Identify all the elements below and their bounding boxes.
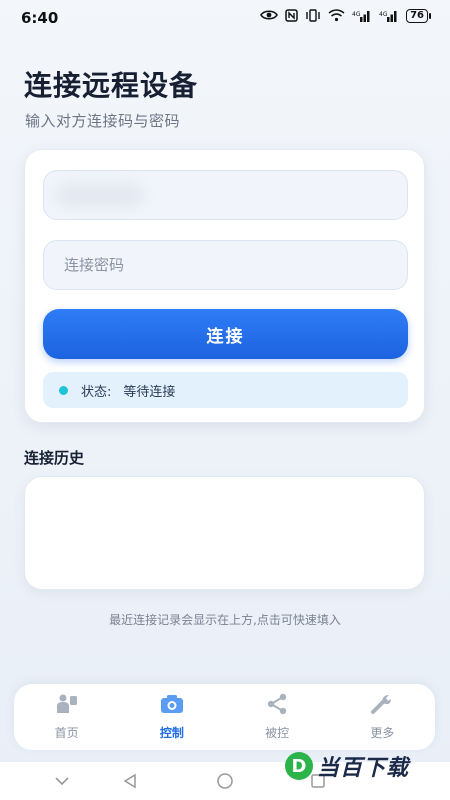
home-button-icon[interactable] (215, 771, 235, 791)
history-list[interactable] (24, 476, 425, 590)
nav-item-home[interactable]: 首页 (14, 684, 119, 750)
nav-label-controlled: 被控 (265, 726, 290, 740)
connection-code-input[interactable] (43, 170, 408, 220)
status-icons: 4G 4G 76 (260, 9, 431, 23)
watermark-text: 当百下载 (317, 756, 410, 781)
collapse-icon[interactable] (52, 771, 72, 791)
status-value: 等待连接 (123, 384, 176, 400)
history-hint: 最近连接记录会显示在上方,点击可快速填入 (109, 613, 341, 627)
wrench-icon (369, 692, 395, 716)
bottom-nav: 首页 控制 被控 更多 (14, 684, 435, 750)
signal-icon-2: 4G (379, 9, 399, 23)
home-icon (54, 692, 80, 716)
svg-text:4G: 4G (352, 11, 361, 18)
nav-item-controlled[interactable]: 被控 (225, 684, 330, 750)
nfc-icon (285, 9, 298, 23)
page-subtitle: 输入对方连接码与密码 (25, 112, 181, 130)
password-input[interactable] (43, 240, 408, 290)
eye-icon (260, 9, 279, 23)
page-title: 连接远程设备 (24, 69, 199, 102)
watermark-badge-icon: D (285, 752, 313, 780)
nav-item-more[interactable]: 更多 (330, 684, 435, 750)
connect-card: 连接 状态: 等待连接 (24, 149, 425, 423)
connect-button[interactable]: 连接 (43, 309, 408, 359)
nav-item-control[interactable]: 控制 (119, 684, 224, 750)
status-dot-icon (59, 385, 68, 395)
connection-status: 状态: 等待连接 (43, 372, 408, 408)
watermark-logo: D 当百下载 (285, 750, 409, 782)
nav-label-control: 控制 (159, 726, 184, 740)
history-title: 连接历史 (24, 449, 85, 467)
share-icon (264, 692, 290, 716)
status-bar: 6:40 4G 4G 76 (0, 0, 450, 36)
battery-indicator: 76 (406, 9, 431, 23)
back-icon[interactable] (120, 771, 140, 791)
nav-label-more: 更多 (370, 726, 395, 740)
svg-text:4G: 4G (379, 11, 388, 18)
vibrate-icon (305, 9, 321, 23)
camera-icon (159, 692, 185, 716)
nav-label-home: 首页 (54, 726, 79, 740)
status-label: 状态: (81, 384, 112, 400)
signal-icon: 4G (352, 9, 372, 23)
status-time: 6:40 (21, 9, 59, 27)
wifi-icon (328, 9, 345, 23)
